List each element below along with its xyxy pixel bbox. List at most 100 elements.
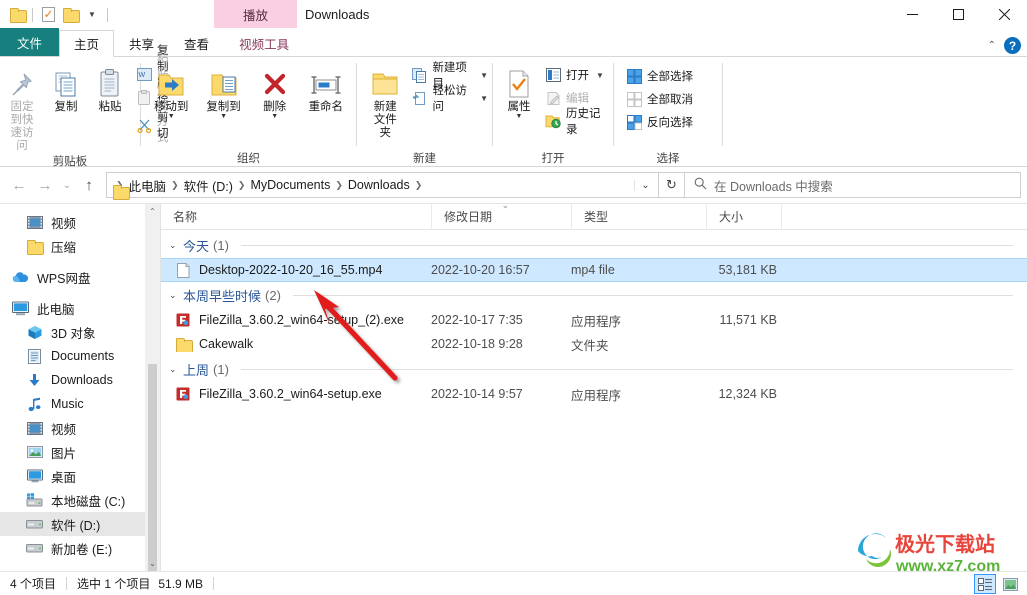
chevron-up-icon[interactable]: ⌃ <box>988 40 996 51</box>
scroll-down-icon[interactable]: ⌄ <box>145 556 160 571</box>
new-folder-icon[interactable] <box>59 4 81 26</box>
sidebar-item-drive-d[interactable]: 软件 (D:) <box>0 512 160 536</box>
chevron-down-icon[interactable]: ⌄ <box>169 240 179 251</box>
chevron-down-icon[interactable]: ⌄ <box>169 290 179 301</box>
breadcrumb-item-this-pc[interactable]: 此电脑 <box>125 176 171 195</box>
paste-button[interactable]: 粘贴 <box>88 63 132 114</box>
breadcrumb-item-drive-d[interactable]: 软件 (D:) <box>180 176 237 195</box>
sidebar-item-wps-cloud[interactable]: WPS网盘 <box>0 265 160 289</box>
scrollbar-thumb[interactable] <box>148 364 157 571</box>
breadcrumb-sep-3[interactable]: ❯ <box>334 180 344 191</box>
properties-button[interactable]: 属性 ▼ <box>497 63 541 120</box>
copy-icon <box>53 63 79 99</box>
select-all-button[interactable]: 全部选择 <box>622 66 697 86</box>
move-to-caret[interactable]: ▼ <box>168 113 175 120</box>
main-content: 视频 压缩 WPS网盘 此电脑 3D 对象 Documents Download… <box>0 200 1027 571</box>
column-header-date[interactable]: ⌄ 修改日期 <box>431 200 571 230</box>
invert-selection-button[interactable]: 反向选择 <box>622 112 697 132</box>
address-dropdown-icon[interactable]: ⌄ <box>634 179 656 191</box>
maximize-button[interactable] <box>935 0 981 29</box>
move-to-button[interactable]: 移动到 ▼ <box>148 63 195 120</box>
quick-access-folder-icon[interactable] <box>6 4 28 26</box>
sidebar-item-documents[interactable]: Documents <box>0 344 160 368</box>
chevron-down-icon[interactable]: ▼ <box>81 4 103 26</box>
sidebar-item-label: Music <box>51 397 84 411</box>
pin-to-quick-access-button[interactable]: 固定到快 速访问 <box>0 63 44 153</box>
tab-home[interactable]: 主页 <box>59 30 115 57</box>
search-input[interactable]: 在 Downloads 中搜索 <box>714 176 833 195</box>
column-header-size[interactable]: 大小 <box>706 203 781 230</box>
breadcrumb-sep-1[interactable]: ❯ <box>170 180 180 191</box>
easy-access-caret[interactable]: ▼ <box>480 94 488 103</box>
sidebar-item-downloads[interactable]: Downloads <box>0 368 160 392</box>
delete-caret[interactable]: ▼ <box>271 113 278 120</box>
navigation-pane-scrollbar[interactable]: ⌃ ⌄ <box>145 204 160 571</box>
column-header-name[interactable]: 名称 <box>161 204 431 230</box>
new-folder-button[interactable]: 新建 文件夹 <box>363 63 407 140</box>
breadcrumb-sep-4[interactable]: ❯ <box>414 180 424 191</box>
move-to-icon <box>156 63 186 99</box>
sidebar-item-compressed[interactable]: 压缩 <box>0 234 160 258</box>
properties-caret[interactable]: ▼ <box>516 113 523 120</box>
recent-locations-button[interactable]: ⌄ <box>58 172 76 198</box>
select-none-button[interactable]: 全部取消 <box>622 89 697 109</box>
minimize-button[interactable] <box>889 0 935 29</box>
sidebar-item-label: WPS网盘 <box>37 271 91 286</box>
sidebar-item-label: 图片 <box>51 446 77 461</box>
rename-button[interactable]: 重命名 <box>303 63 350 114</box>
scroll-up-icon[interactable]: ⌃ <box>145 204 160 219</box>
file-name-cell: Cakewalk <box>161 336 431 352</box>
sidebar-item-videos-top[interactable]: 视频 <box>0 210 160 234</box>
up-button[interactable]: ↑ <box>76 172 102 198</box>
table-row[interactable]: Cakewalk 2022-10-18 9:28 文件夹 <box>161 332 1027 356</box>
history-button[interactable]: 历史记录 <box>541 108 613 136</box>
tab-video-tools[interactable]: 视频工具 <box>224 29 304 56</box>
easy-access-button[interactable]: 轻松访问 ▼ <box>407 85 492 113</box>
column-header-type[interactable]: 类型 <box>571 203 706 230</box>
group-label: 本周早些时候 <box>183 288 262 304</box>
group-header-earlier-this-week[interactable]: ⌄ 本周早些时候 (2) <box>161 282 1027 308</box>
table-row[interactable]: Desktop-2022-10-20_16_55.mp4 2022-10-20 … <box>161 258 1027 282</box>
sidebar-item-drive-e[interactable]: 新加卷 (E:) <box>0 536 160 560</box>
forward-button[interactable]: → <box>32 172 58 198</box>
refresh-button[interactable]: ↻ <box>659 172 685 198</box>
properties-icon[interactable] <box>37 4 59 26</box>
new-item-caret[interactable]: ▼ <box>480 71 488 80</box>
copy-button[interactable]: 复制 <box>44 63 88 114</box>
breadcrumb-sep-2[interactable]: ❯ <box>237 180 247 191</box>
sidebar-item-music[interactable]: Music <box>0 392 160 416</box>
sidebar-item-desktop[interactable]: 桌面 <box>0 464 160 488</box>
back-button[interactable]: ← <box>6 172 32 198</box>
breadcrumb-item-downloads[interactable]: Downloads <box>344 178 414 192</box>
group-header-last-week[interactable]: ⌄ 上周 (1) <box>161 356 1027 382</box>
details-view-button[interactable] <box>974 574 996 594</box>
sidebar-item-this-pc[interactable]: 此电脑 <box>0 296 160 320</box>
delete-button[interactable]: 删除 ▼ <box>253 63 297 120</box>
sidebar-item-pictures[interactable]: 图片 <box>0 440 160 464</box>
table-row[interactable]: FileZilla_3.60.2_win64-setup_(2).exe 202… <box>161 308 1027 332</box>
sidebar-item-videos[interactable]: 视频 <box>0 416 160 440</box>
status-divider-1 <box>66 577 68 590</box>
chevron-down-icon[interactable]: ⌄ <box>169 364 179 375</box>
title-bar: ▼ 播放 Downloads <box>0 0 1027 29</box>
search-box[interactable]: 在 Downloads 中搜索 <box>685 172 1021 198</box>
ribbon-group-select: 全部选择 全部取消 反向选择 选择 <box>614 57 722 167</box>
copy-to-button[interactable]: 复制到 ▼ <box>200 63 247 120</box>
sidebar-item-label: 此电脑 <box>37 302 75 317</box>
open-caret[interactable]: ▼ <box>596 71 604 80</box>
file-name-cell: Desktop-2022-10-20_16_55.mp4 <box>161 262 431 278</box>
breadcrumb-item-mydocuments[interactable]: MyDocuments <box>246 178 334 192</box>
table-row[interactable]: FileZilla_3.60.2_win64-setup.exe 2022-10… <box>161 382 1027 406</box>
close-button[interactable] <box>981 0 1027 29</box>
tab-view[interactable]: 查看 <box>169 29 224 56</box>
group-header-today[interactable]: ⌄ 今天 (1) <box>161 232 1027 258</box>
large-icons-view-button[interactable] <box>999 574 1021 594</box>
help-icon[interactable]: ? <box>1004 37 1021 54</box>
group-divider <box>292 294 1013 296</box>
copy-to-caret[interactable]: ▼ <box>220 113 227 120</box>
sidebar-item-local-disk-c[interactable]: 本地磁盘 (C:) <box>0 488 160 512</box>
sidebar-item-3d-objects[interactable]: 3D 对象 <box>0 320 160 344</box>
tab-file[interactable]: 文件 <box>0 28 60 56</box>
address-bar[interactable]: ❯ 此电脑 ❯ 软件 (D:) ❯ MyDocuments ❯ Download… <box>106 172 659 198</box>
open-button[interactable]: 打开 ▼ <box>541 65 613 85</box>
